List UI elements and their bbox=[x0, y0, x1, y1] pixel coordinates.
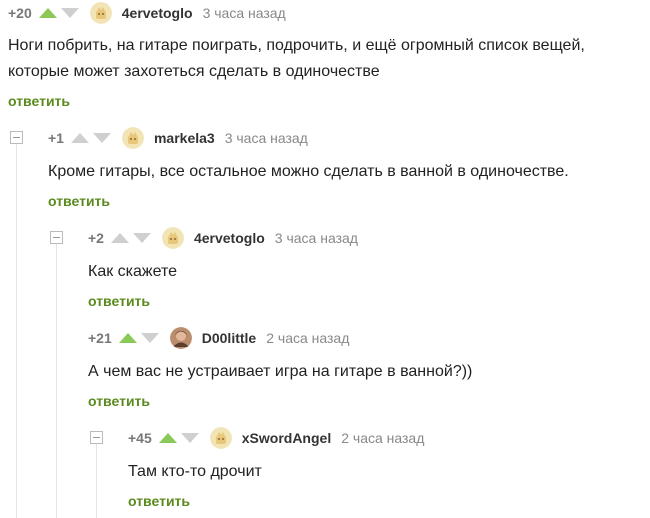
comment-text-line: А чем вас не устраивает игра на гитаре в… bbox=[88, 363, 473, 380]
comment-time[interactable]: 3 часа назад bbox=[275, 230, 358, 246]
upvote-icon[interactable] bbox=[158, 432, 178, 444]
comment-time[interactable]: 3 часа назад bbox=[203, 5, 286, 21]
reply-button[interactable]: ответить bbox=[128, 493, 190, 509]
comment-text: Ноги побрить, на гитаре поиграть, подроч… bbox=[8, 33, 585, 85]
comment-author[interactable]: 4ervetoglo bbox=[194, 230, 265, 246]
comment-rating: +21 bbox=[88, 330, 112, 346]
collapse-button[interactable] bbox=[90, 431, 103, 444]
reply-button[interactable]: ответить bbox=[48, 193, 110, 209]
comment-header: +21 D00little 2 часа назад bbox=[88, 327, 349, 349]
comment-text-line: которые может захотеться сделать в одино… bbox=[8, 63, 380, 80]
comment-author[interactable]: xSwordAngel bbox=[242, 430, 331, 446]
comment-time[interactable]: 2 часа назад bbox=[341, 430, 424, 446]
comment-text: Как скажете bbox=[88, 259, 177, 285]
comment-author[interactable]: 4ervetoglo bbox=[122, 5, 193, 21]
comment-header: +1 markela3 3 часа назад bbox=[48, 127, 308, 149]
comment-header: +20 4ervetoglo 3 часа назад bbox=[8, 2, 286, 24]
upvote-icon[interactable] bbox=[38, 7, 58, 19]
reply-button[interactable]: ответить bbox=[88, 393, 150, 409]
comment-header: +2 4ervetoglo 3 часа назад bbox=[88, 227, 358, 249]
comment-text: А чем вас не устраивает игра на гитаре в… bbox=[88, 359, 472, 385]
collapse-button[interactable] bbox=[10, 131, 23, 144]
thread-line bbox=[96, 442, 97, 518]
avatar[interactable] bbox=[161, 227, 184, 249]
downvote-icon[interactable] bbox=[92, 132, 112, 144]
downvote-icon[interactable] bbox=[140, 332, 160, 344]
comment-text-line: Как скажете bbox=[88, 263, 178, 280]
comment-rating: +45 bbox=[128, 430, 152, 446]
upvote-icon[interactable] bbox=[110, 232, 130, 244]
avatar[interactable] bbox=[89, 2, 112, 24]
downvote-icon[interactable] bbox=[180, 432, 200, 444]
upvote-icon[interactable] bbox=[70, 132, 90, 144]
comment-text-line: Там кто-то дрочит bbox=[128, 463, 262, 480]
comment-author[interactable]: markela3 bbox=[154, 130, 215, 146]
comment-rating: +20 bbox=[8, 5, 32, 21]
downvote-icon[interactable] bbox=[60, 7, 80, 19]
comment-time[interactable]: 3 часа назад bbox=[225, 130, 308, 146]
comment-author[interactable]: D00little bbox=[202, 330, 256, 346]
comment-text-line: Кроме гитары, все остальное можно сделат… bbox=[48, 163, 569, 180]
avatar[interactable] bbox=[121, 127, 144, 149]
collapse-button[interactable] bbox=[50, 231, 63, 244]
comment-text-line: Ноги побрить, на гитаре поиграть, подроч… bbox=[8, 37, 585, 54]
reply-button[interactable]: ответить bbox=[88, 293, 150, 309]
reply-button[interactable]: ответить bbox=[8, 93, 70, 109]
comment-rating: +2 bbox=[88, 230, 104, 246]
avatar[interactable] bbox=[169, 327, 192, 349]
comment-header: +45 xSwordAngel 2 часа назад bbox=[128, 427, 424, 449]
upvote-icon[interactable] bbox=[118, 332, 138, 344]
thread-line bbox=[16, 142, 17, 518]
thread-line bbox=[56, 242, 57, 518]
comment-rating: +1 bbox=[48, 130, 64, 146]
comment-text: Кроме гитары, все остальное можно сделат… bbox=[48, 159, 569, 185]
downvote-icon[interactable] bbox=[132, 232, 152, 244]
comment-text: Там кто-то дрочит bbox=[128, 459, 262, 485]
avatar[interactable] bbox=[209, 427, 232, 449]
comment-time[interactable]: 2 часа назад bbox=[266, 330, 349, 346]
